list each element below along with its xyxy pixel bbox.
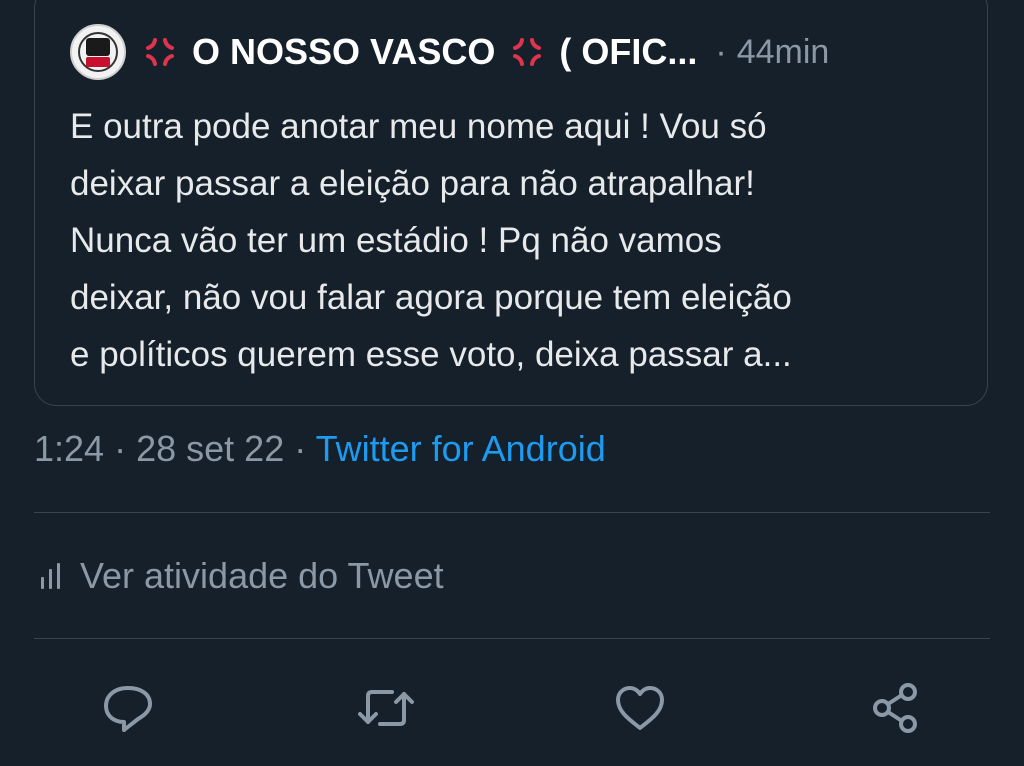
quoted-text-line: Nunca vão ter um estádio ! Pq não vamos — [70, 221, 722, 260]
quoted-text-line: deixar, não vou falar agora porque tem e… — [70, 278, 792, 317]
author-display-name-suffix[interactable]: ( OFIC... — [559, 31, 697, 73]
reply-button[interactable] — [98, 680, 158, 736]
tweet-source-link[interactable]: Twitter for Android — [316, 428, 606, 469]
quoted-tweet-header: O NOSSO VASCO ( OFIC... · 44min — [70, 24, 829, 80]
relative-timestamp[interactable]: 44min — [737, 33, 830, 72]
bar-chart-icon — [41, 563, 60, 589]
like-button[interactable] — [610, 680, 670, 736]
quoted-text-line: e políticos querem esse voto, deixa pass… — [70, 335, 792, 374]
divider — [34, 512, 990, 513]
header-separator: · — [715, 32, 727, 71]
speech-bubble-icon — [104, 686, 152, 732]
share-button[interactable] — [866, 680, 926, 736]
meta-separator: · — [114, 428, 127, 469]
heart-icon — [616, 686, 664, 730]
tweet-time[interactable]: 1:24 — [34, 428, 104, 469]
quoted-text-line: E outra pode anotar meu nome aqui ! Vou … — [70, 107, 767, 146]
retweet-button[interactable] — [356, 680, 416, 736]
view-tweet-activity[interactable]: Ver atividade do Tweet — [40, 552, 444, 600]
avatar[interactable] — [70, 24, 126, 80]
quoted-text-line: deixar passar a eleição para não atrapal… — [70, 164, 755, 203]
meta-separator: · — [294, 428, 307, 469]
divider — [34, 638, 990, 639]
view-activity-label: Ver atividade do Tweet — [80, 555, 444, 596]
quoted-tweet-text: E outra pode anotar meu nome aqui ! Vou … — [70, 98, 970, 383]
anger-symbol-icon — [146, 38, 174, 66]
anger-symbol-icon — [513, 38, 542, 66]
retweet-icon — [358, 690, 414, 726]
tweet-date[interactable]: 28 set 22 — [136, 428, 284, 469]
share-icon — [873, 683, 917, 733]
author-display-name[interactable]: O NOSSO VASCO — [192, 31, 495, 73]
tweet-meta: 1:24 · 28 set 22 · Twitter for Android — [34, 428, 606, 470]
